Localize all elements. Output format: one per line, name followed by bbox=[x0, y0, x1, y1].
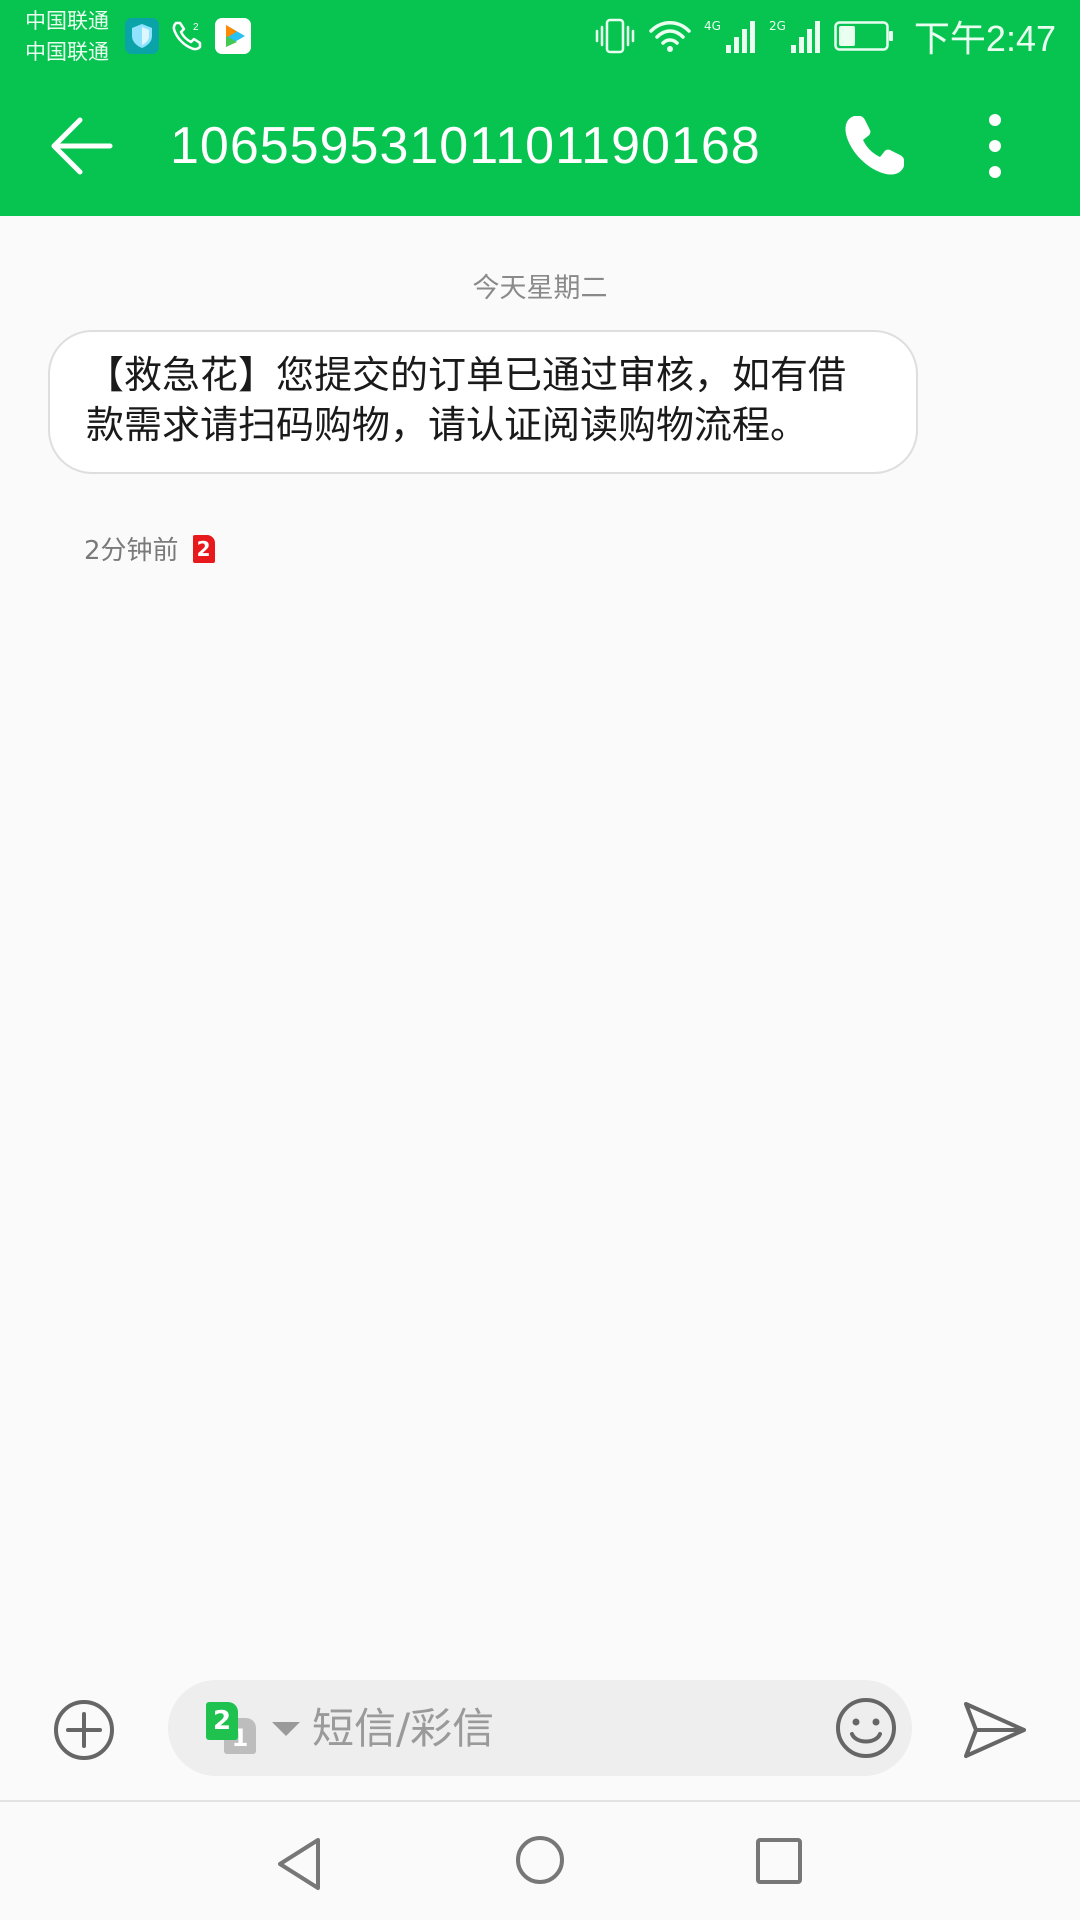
sim-primary-icon: 2 bbox=[206, 1702, 238, 1740]
sms-conversation-screen: 中国联通 中国联通 2 4G 2G 下午2:47 106559531011011… bbox=[0, 0, 1080, 1920]
network-1-label: 4G bbox=[704, 19, 721, 33]
wifi-call-icon: 2 bbox=[172, 21, 202, 51]
wifi-icon bbox=[649, 21, 691, 52]
nav-back-triangle-icon[interactable] bbox=[274, 1836, 324, 1892]
message-input-container: 1 2 bbox=[168, 1680, 912, 1776]
add-attachment-icon[interactable] bbox=[52, 1698, 116, 1762]
app-bar: 10655953101101190168 bbox=[0, 76, 1080, 216]
back-arrow-icon[interactable] bbox=[48, 112, 116, 180]
send-icon[interactable] bbox=[962, 1700, 1028, 1760]
date-divider: 今天星期二 bbox=[472, 273, 608, 304]
carrier-1-label: 中国联通 bbox=[25, 9, 109, 33]
svg-text:2: 2 bbox=[193, 22, 199, 33]
message-bubble[interactable]: 【救急花】您提交的订单已通过审核，如有借款需求请扫码购物，请认证阅读购物流程。 bbox=[48, 330, 918, 474]
carrier-labels: 中国联通 中国联通 bbox=[25, 6, 109, 68]
sim-dropdown-caret-icon[interactable] bbox=[272, 1722, 300, 1736]
status-bar: 中国联通 中国联通 2 4G 2G 下午2:47 bbox=[0, 0, 1080, 76]
network-2-label: 2G bbox=[768, 19, 786, 33]
message-composer: 1 2 bbox=[0, 1660, 1080, 1800]
sim-selector[interactable]: 1 2 bbox=[206, 1702, 266, 1756]
sim-card-badge-icon: 2 bbox=[192, 534, 215, 563]
message-meta: 2分钟前 2 bbox=[84, 530, 215, 567]
battery-icon bbox=[834, 21, 893, 51]
nav-recents-square-icon[interactable] bbox=[754, 1836, 804, 1886]
more-options-icon[interactable] bbox=[970, 112, 1020, 180]
nav-home-circle-icon[interactable] bbox=[514, 1834, 566, 1886]
phone-call-icon[interactable] bbox=[840, 112, 908, 180]
navigation-bar bbox=[0, 1800, 1080, 1920]
emoji-icon[interactable] bbox=[834, 1696, 898, 1760]
notification-icons: 2 bbox=[125, 18, 251, 54]
carrier-2-label: 中国联通 bbox=[25, 40, 109, 64]
video-app-icon bbox=[215, 18, 251, 54]
message-time: 2分钟前 bbox=[84, 536, 179, 566]
message-input[interactable] bbox=[312, 1694, 812, 1762]
signal-2-icon bbox=[790, 21, 820, 53]
status-time: 下午2:47 bbox=[913, 18, 1056, 59]
contact-title: 10655953101101190168 bbox=[170, 117, 761, 175]
vibrate-icon bbox=[595, 18, 635, 54]
security-shield-icon bbox=[125, 18, 159, 54]
signal-1-icon bbox=[725, 21, 755, 53]
system-status: 4G 2G 下午2:47 bbox=[594, 14, 1056, 59]
